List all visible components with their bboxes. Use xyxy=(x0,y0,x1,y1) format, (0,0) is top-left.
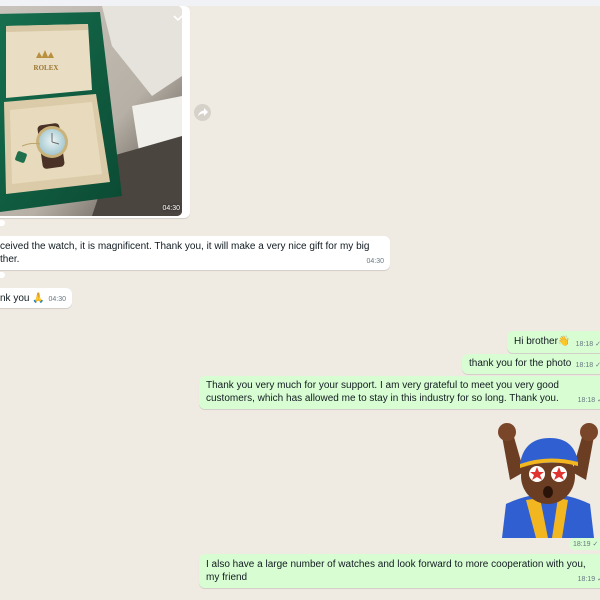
incoming-message[interactable]: nk you 🙏 04:30 xyxy=(0,288,72,308)
message-meta: 18:18✓ xyxy=(578,394,600,407)
sticker-meta: 18:19 ✓ xyxy=(569,538,600,550)
message-tail xyxy=(0,220,5,226)
incoming-message[interactable]: ceived the watch, it is magnificent. Tha… xyxy=(0,236,390,270)
message-text: Thank you very much for your support. I … xyxy=(206,380,559,404)
message-time: 04:30 xyxy=(366,258,384,265)
cheering-character-sticker xyxy=(498,423,598,538)
check-icon: ✓ xyxy=(595,341,600,348)
message-time: 18:18 xyxy=(575,362,594,369)
outgoing-message[interactable]: Hi brother👋 18:18 ✓ xyxy=(507,331,600,353)
message-text: thank you for the photo xyxy=(469,358,572,369)
message-time: 18:18 xyxy=(575,341,594,348)
message-meta: 18:18✓ xyxy=(576,359,600,372)
message-text: nk you 🙏 xyxy=(0,293,45,304)
chevron-down-icon[interactable] xyxy=(172,10,184,22)
message-time: 18:19 xyxy=(573,541,591,548)
message-time: 04:30 xyxy=(48,296,66,303)
forward-button[interactable] xyxy=(194,104,211,121)
watch-box-photo[interactable]: ROLEX xyxy=(0,6,182,216)
message-time: 18:18 xyxy=(577,397,596,404)
rolex-logo-text: ROLEX xyxy=(34,64,59,72)
message-text: Hi brother👋 xyxy=(514,336,571,347)
message-meta: 18:19✓ xyxy=(578,573,600,586)
message-tail xyxy=(0,272,5,278)
message-meta: 18:18✓ xyxy=(576,338,600,351)
message-text: ceived the watch, it is magnificent. Tha… xyxy=(0,241,370,265)
outgoing-message[interactable]: Thank you very much for your support. I … xyxy=(199,376,600,409)
outgoing-message[interactable]: thank you for the photo 18:18 ✓ xyxy=(462,354,600,374)
check-icon: ✓ xyxy=(592,541,599,548)
outgoing-message[interactable]: I also have a large number of watches an… xyxy=(199,554,600,588)
message-time: 18:19 xyxy=(577,576,596,583)
check-icon: ✓ xyxy=(595,362,600,369)
watch-box-image: ROLEX xyxy=(0,6,182,216)
sticker-message[interactable] xyxy=(496,420,600,538)
forward-icon xyxy=(197,104,208,122)
message-text: I also have a large number of watches an… xyxy=(206,559,586,583)
image-message[interactable]: ROLEX 04:30 xyxy=(0,6,190,218)
image-message-time: 04:30 xyxy=(162,205,180,212)
